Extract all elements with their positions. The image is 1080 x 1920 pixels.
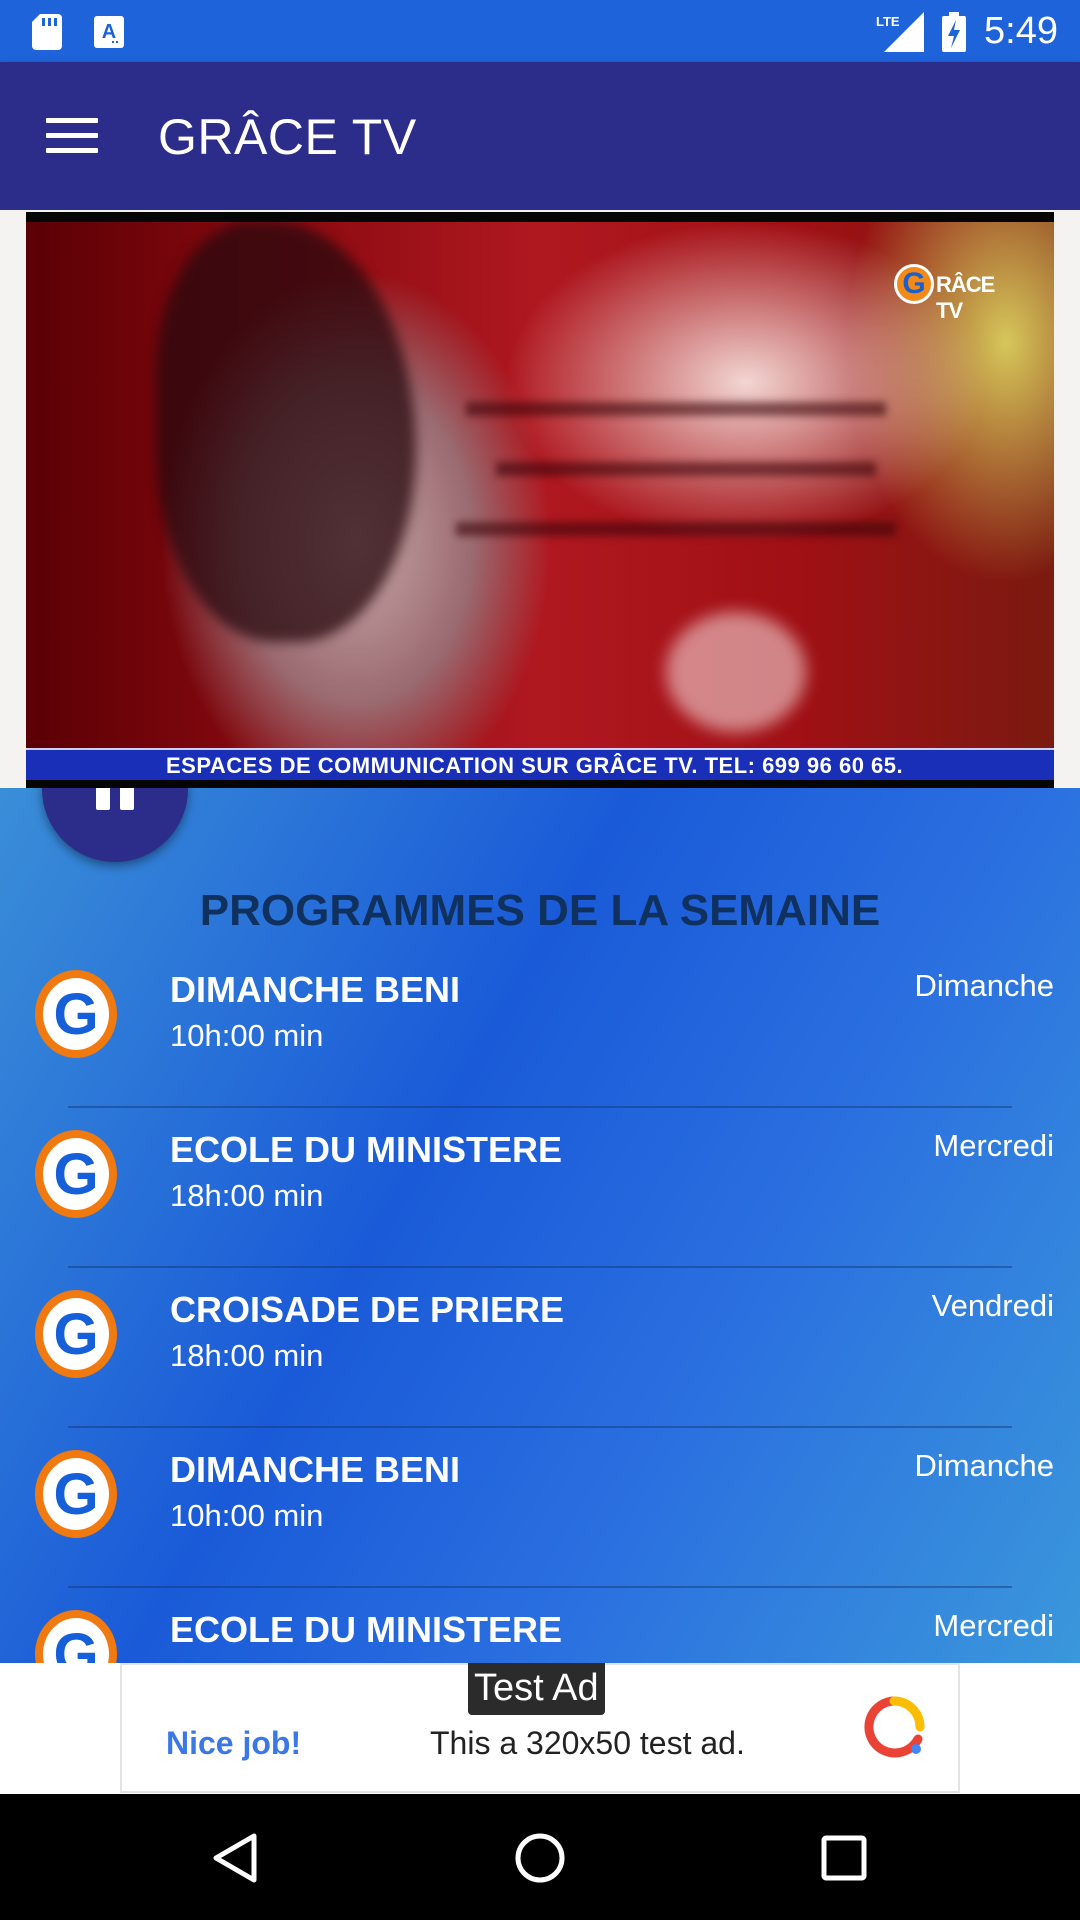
program-time: 10h:00 min [170, 1498, 324, 1533]
pause-icon [96, 788, 110, 810]
hamburger-menu-icon[interactable] [46, 118, 98, 154]
program-name: ECOLE DU MINISTERE [170, 1129, 563, 1170]
svg-text:G: G [53, 1462, 98, 1527]
svg-text:G: G [53, 1622, 98, 1663]
back-icon[interactable] [210, 1832, 260, 1884]
ticker-text: ESPACES DE COMMUNICATION SUR GRÂCE TV. T… [166, 753, 904, 778]
svg-text:G: G [53, 1142, 98, 1207]
motion-blur [496, 462, 876, 476]
grace-tv-logo-icon: G [35, 1610, 117, 1663]
list-item[interactable]: G ECOLE DU MINISTERE Mercredi [0, 1588, 1080, 1663]
section-title: PROGRAMMES DE LA SEMAINE [199, 886, 881, 935]
status-time: 5:49 [984, 10, 1058, 52]
recents-icon[interactable] [820, 1834, 868, 1882]
program-day: Mercredi [933, 1608, 1054, 1643]
list-item[interactable]: G ECOLE DU MINISTERE 18h:00 min Mercredi [0, 1108, 1080, 1268]
app-bar: GRÂCE TV [0, 62, 1080, 210]
pause-button[interactable] [42, 788, 188, 862]
status-bar: A LTE 5:49 [0, 0, 1080, 62]
program-name: DIMANCHE BENI [170, 1449, 461, 1490]
channel-logo-text: RÂCE TV [936, 272, 995, 323]
video-hand [666, 612, 806, 732]
video-subject [156, 222, 416, 642]
svg-text:LTE: LTE [876, 14, 900, 29]
programs-section: PROGRAMMES DE LA SEMAINE G DIMANCHE BENI… [0, 788, 1080, 1663]
program-day: Mercredi [933, 1128, 1054, 1163]
program-name: DIMANCHE BENI [170, 969, 461, 1010]
video-player-container: G RÂCE TV ESPACES DE COMMUNICATION SUR G… [0, 210, 1080, 788]
list-item[interactable]: G DIMANCHE BENI 10h:00 min Dimanche [0, 1428, 1080, 1588]
svg-text:G: G [53, 982, 98, 1047]
video-player[interactable]: G RÂCE TV ESPACES DE COMMUNICATION SUR G… [26, 212, 1054, 788]
a-notification-icon: A [94, 16, 124, 48]
grace-tv-logo-icon: G [35, 1450, 117, 1538]
program-list: G DIMANCHE BENI 10h:00 min Dimanche G EC… [0, 948, 1080, 1663]
list-item[interactable]: G DIMANCHE BENI 10h:00 min Dimanche [0, 948, 1080, 1108]
program-time: 18h:00 min [170, 1178, 324, 1213]
video-frame: G RÂCE TV [26, 222, 1054, 758]
program-name: ECOLE DU MINISTERE [170, 1609, 563, 1650]
grace-tv-logo-icon: G [35, 970, 117, 1058]
program-day: Dimanche [914, 968, 1054, 1003]
system-nav-bar [0, 1794, 1080, 1920]
motion-blur [456, 522, 896, 536]
program-time: 18h:00 min [170, 1338, 324, 1373]
ad-headline: Nice job! [166, 1725, 302, 1761]
motion-blur [466, 402, 886, 416]
sd-card-icon [32, 14, 62, 50]
ad-brand-icon [864, 1696, 925, 1758]
grace-tv-logo-icon: G [35, 1290, 117, 1378]
home-icon[interactable] [514, 1832, 566, 1884]
program-day: Vendredi [931, 1288, 1054, 1323]
channel-watermark: G RÂCE TV [894, 262, 1014, 323]
ad-body: This a 320x50 test ad. [430, 1725, 745, 1761]
ad-banner[interactable]: Test Ad Nice job! This a 320x50 test ad. [0, 1663, 1080, 1794]
program-day: Dimanche [914, 1448, 1054, 1483]
lte-signal-icon: LTE [876, 12, 924, 52]
svg-text:A: A [102, 21, 116, 43]
news-ticker: ESPACES DE COMMUNICATION SUR GRÂCE TV. T… [26, 748, 1054, 780]
program-name: CROISADE DE PRIERE [170, 1289, 565, 1330]
ad-label: Test Ad [468, 1663, 605, 1715]
channel-g-logo: G [894, 264, 934, 304]
list-item[interactable]: G CROISADE DE PRIERE 18h:00 min Vendredi [0, 1268, 1080, 1428]
grace-tv-logo-icon: G [35, 1130, 117, 1218]
pause-icon [120, 788, 134, 810]
app-title: GRÂCE TV [158, 109, 417, 165]
program-time: 10h:00 min [170, 1018, 324, 1053]
battery-charging-icon [942, 12, 966, 52]
svg-text:G: G [53, 1302, 98, 1367]
